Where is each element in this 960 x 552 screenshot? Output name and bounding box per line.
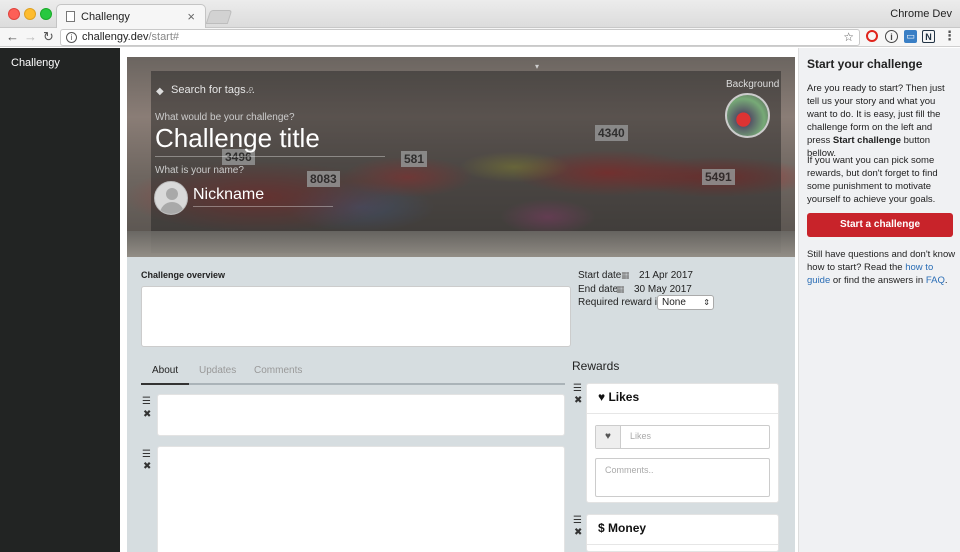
likes-input[interactable]: ♥ Likes: [595, 425, 770, 449]
info-icon[interactable]: i: [66, 32, 77, 43]
url-host: challengy.dev: [82, 31, 149, 43]
dollar-icon: $: [598, 521, 605, 535]
screenshot-extension-icon[interactable]: ▭: [904, 30, 917, 43]
page-icon: [66, 11, 75, 22]
money-title: $ Money: [598, 521, 646, 535]
required-reward-select[interactable]: None ⇕: [657, 295, 714, 310]
tab-close-icon[interactable]: ×: [187, 9, 195, 24]
reload-icon[interactable]: ↻: [43, 29, 54, 45]
help-end: .: [944, 275, 948, 286]
select-arrows-icon: ⇕: [703, 298, 710, 307]
nickname-input[interactable]: Nickname: [193, 186, 333, 207]
overview-textarea[interactable]: [141, 286, 571, 347]
remove-icon[interactable]: ✖: [143, 462, 151, 472]
browser-titlebar: Challengy × Chrome Dev: [0, 0, 960, 28]
url-text: challengy.dev/start#: [82, 31, 179, 43]
tab-updates[interactable]: Updates: [199, 365, 236, 376]
money-title-text: Money: [608, 521, 647, 535]
drag-handle-icon[interactable]: ▾: [535, 62, 539, 71]
brand-link[interactable]: Challengy: [11, 57, 60, 69]
close-window-button[interactable]: [8, 8, 20, 20]
money-card-header: $ Money: [587, 515, 778, 545]
address-bar[interactable]: i challengy.dev/start# ☆: [60, 29, 860, 46]
opera-extension-icon[interactable]: [866, 30, 878, 42]
tab-comments[interactable]: Comments: [254, 365, 302, 376]
challenge-question: What would be your challenge?: [155, 112, 295, 123]
drag-handle-icon[interactable]: ☰: [142, 397, 151, 407]
likes-placeholder: Likes: [630, 431, 652, 441]
heart-icon: ♥: [598, 390, 606, 404]
remove-icon[interactable]: ✖: [574, 396, 582, 406]
challenge-title-input[interactable]: Challenge title: [155, 123, 385, 157]
drag-handle-icon[interactable]: ☰: [142, 450, 151, 460]
tab-about[interactable]: About: [152, 365, 178, 376]
likes-title: ♥ Likes: [598, 390, 639, 404]
sidebar-help: Still have questions and don't know how …: [807, 248, 957, 287]
overview-label: Challenge overview: [141, 270, 226, 280]
maximize-window-button[interactable]: [40, 8, 52, 20]
drag-handle-icon[interactable]: ☰: [573, 516, 582, 526]
bookmark-star-icon[interactable]: ☆: [843, 30, 854, 44]
remove-icon[interactable]: ✖: [574, 528, 582, 538]
rewards-heading: Rewards: [572, 359, 620, 373]
faq-link[interactable]: FAQ: [926, 275, 945, 286]
new-tab-button[interactable]: [205, 10, 233, 24]
comments-textarea[interactable]: Comments..: [595, 458, 770, 497]
required-reward-label: Required reward is: [578, 297, 662, 308]
tab-title: Challengy: [81, 11, 130, 23]
calendar-icon[interactable]: ▦: [621, 270, 630, 281]
sidebar-intro: Are you ready to start? Then just tell u…: [807, 82, 957, 160]
url-path: /start#: [148, 31, 180, 43]
sidebar-rewards-text: If you want you can pick some rewards, b…: [807, 155, 938, 205]
tag-search-input[interactable]: Search for tags...: [171, 84, 255, 96]
sidebar-title: Start your challenge: [807, 57, 923, 71]
money-reward-card: $ Money: [586, 514, 779, 552]
start-challenge-button[interactable]: Start a challenge: [807, 213, 953, 237]
required-reward-value: None: [662, 297, 686, 308]
comments-placeholder: Comments..: [605, 465, 654, 475]
forward-arrow-icon[interactable]: →: [24, 29, 37, 45]
back-arrow-icon[interactable]: ←: [6, 29, 19, 45]
search-icon[interactable]: ⌕: [248, 83, 254, 96]
end-date-label: End date: [578, 284, 619, 295]
name-question: What is your name?: [155, 165, 244, 176]
profile-name[interactable]: Chrome Dev: [890, 8, 952, 20]
minimize-window-button[interactable]: [24, 8, 36, 20]
end-date-value[interactable]: 30 May 2017: [634, 284, 692, 295]
remove-icon[interactable]: ✖: [143, 410, 151, 420]
left-navigation: Challengy: [0, 48, 120, 552]
likes-title-text: Likes: [608, 390, 640, 404]
background-label: Background: [726, 79, 780, 90]
likes-card-header: ♥ Likes: [587, 384, 778, 414]
browser-toolbar: ← → ↻ i challengy.dev/start# ☆ i ▭ N ⋮: [0, 28, 960, 47]
tag-icon: ◆: [156, 86, 164, 97]
background-picker[interactable]: [725, 93, 770, 138]
extension-info-icon[interactable]: i: [885, 30, 898, 43]
tabs-divider: [141, 383, 565, 385]
hero-overlay: [151, 71, 781, 253]
content-block[interactable]: [157, 446, 565, 552]
avatar[interactable]: [154, 181, 188, 215]
browser-menu-icon[interactable]: ⋮: [943, 29, 956, 43]
heart-icon: ♥: [596, 426, 621, 448]
n-extension-icon[interactable]: N: [922, 30, 935, 43]
browser-tab[interactable]: Challengy ×: [56, 4, 206, 28]
road: [127, 231, 795, 257]
content-block[interactable]: [157, 394, 565, 436]
active-tab-indicator: [141, 383, 189, 385]
drag-handle-icon[interactable]: ☰: [573, 384, 582, 394]
intro-bold: Start challenge: [832, 135, 901, 146]
calendar-icon[interactable]: ▦: [616, 284, 625, 295]
start-date-value[interactable]: 21 Apr 2017: [639, 270, 693, 281]
start-date-label: Start date: [578, 270, 622, 281]
help-text-2: or find the answers in: [832, 275, 924, 286]
